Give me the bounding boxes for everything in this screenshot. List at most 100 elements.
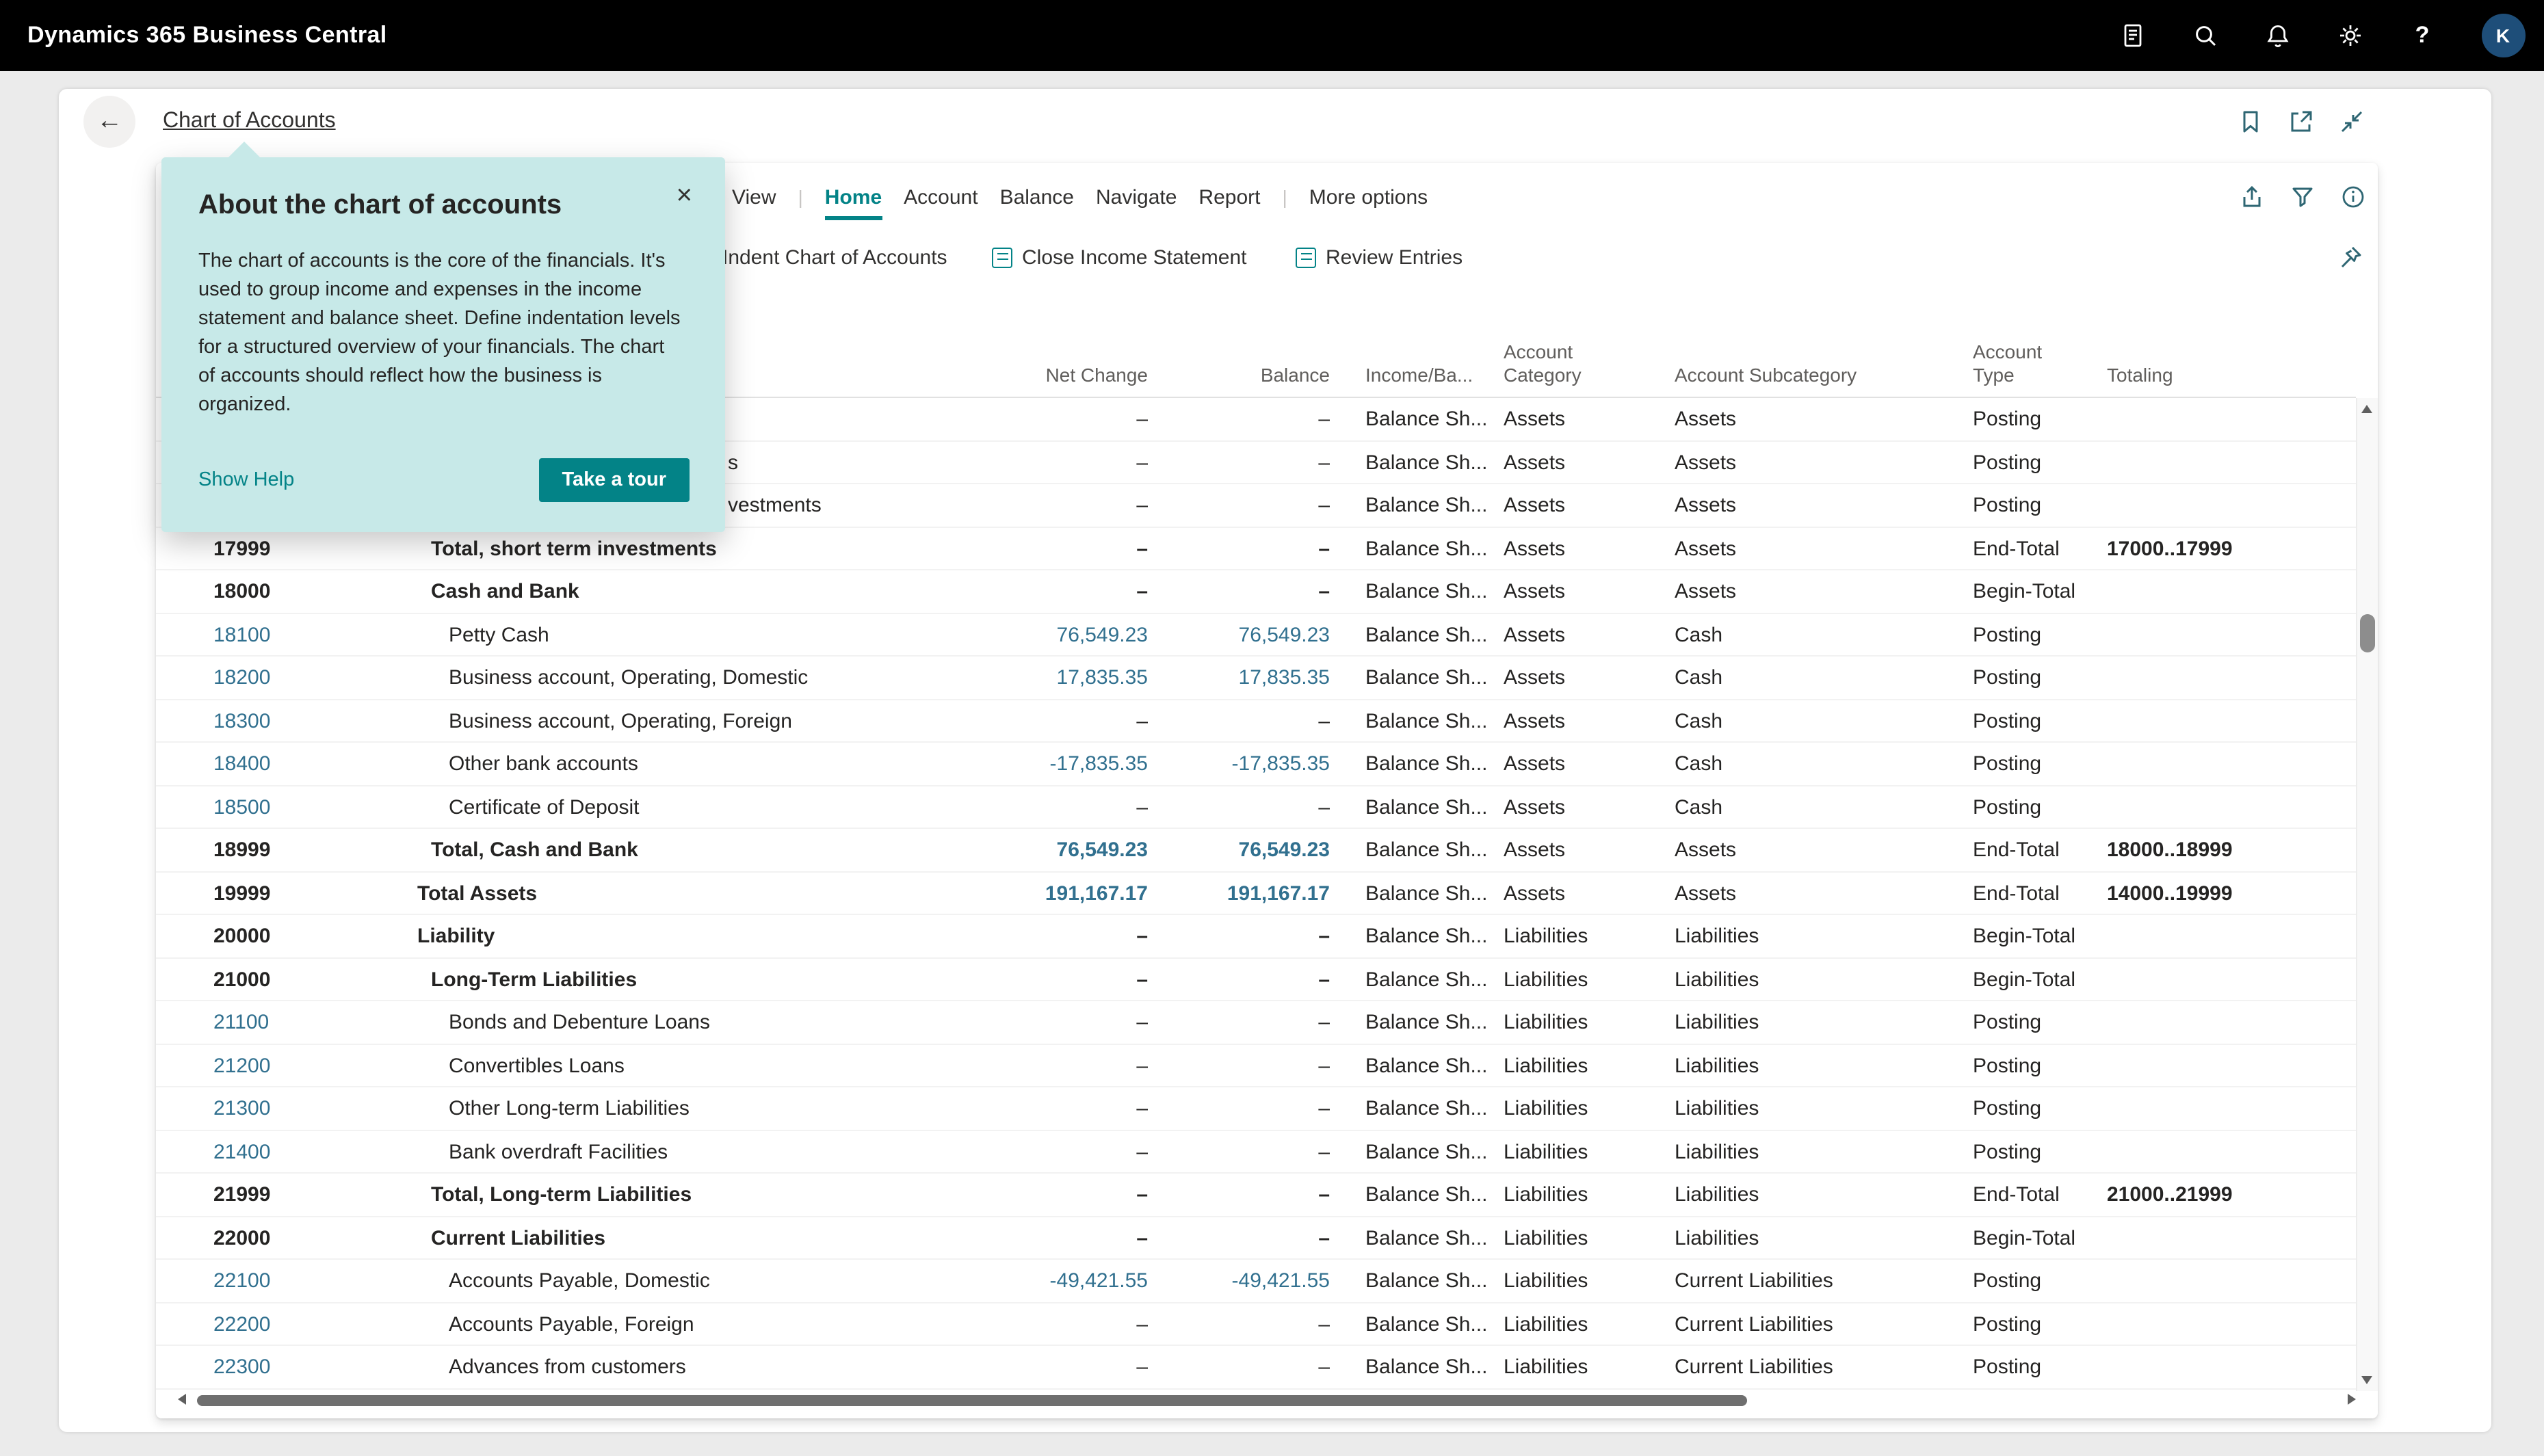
table-row[interactable]: 18000Cash and Bank––Balance Sh...AssetsA… (156, 570, 2356, 613)
account-name: Other Long-term Liabilities (406, 1087, 915, 1130)
account-no[interactable]: 21200 (213, 1044, 398, 1087)
table-row[interactable]: 21300Other Long-term Liabilities––Balanc… (156, 1087, 2356, 1130)
balance-value[interactable]: -17,835.35 (1084, 743, 1330, 785)
settings-gear-icon[interactable] (2336, 22, 2363, 49)
balance-value: – (1084, 1087, 1330, 1130)
balance-value[interactable]: 76,549.23 (1084, 613, 1330, 656)
table-row[interactable]: 22300Advances from customers––Balance Sh… (156, 1346, 2356, 1389)
help-icon[interactable]: ? (2409, 22, 2436, 49)
table-row[interactable]: 18300Business account, Operating, Foreig… (156, 700, 2356, 743)
table-row[interactable]: 21000Long-Term Liabilities––Balance Sh..… (156, 958, 2356, 1001)
menu-item-account[interactable]: Account (904, 185, 978, 209)
balance-value[interactable]: 76,549.23 (1084, 829, 1330, 871)
account-no[interactable]: 18999 (213, 829, 398, 871)
filter-icon[interactable] (2289, 183, 2316, 211)
show-help-link[interactable]: Show Help (198, 469, 294, 491)
column-header-cat[interactable]: Account Category (1504, 341, 1602, 387)
action-review-entries[interactable]: Review Entries (1296, 231, 1463, 283)
account-no[interactable]: 17999 (213, 527, 398, 570)
account-no[interactable]: 22100 (213, 1260, 398, 1302)
info-icon[interactable] (2339, 183, 2367, 211)
back-button[interactable]: ← (83, 96, 135, 148)
account-no[interactable]: 18300 (213, 700, 398, 742)
account-no[interactable]: 18500 (213, 786, 398, 828)
menu-item-balance[interactable]: Balance (1000, 185, 1074, 209)
account-no[interactable]: 20000 (213, 915, 398, 957)
menu-item-report[interactable]: Report (1198, 185, 1260, 209)
open-in-new-window-icon[interactable] (2287, 108, 2315, 135)
table-row[interactable]: 21100Bonds and Debenture Loans––Balance … (156, 1001, 2356, 1044)
table-row[interactable]: 17999Total, short term investments––Bala… (156, 527, 2356, 570)
balance-value[interactable]: 191,167.17 (1084, 872, 1330, 914)
table-row[interactable]: 19999Total Assets191,167.17191,167.17Bal… (156, 872, 2356, 915)
bell-icon[interactable] (2264, 22, 2291, 49)
account-no[interactable]: 21400 (213, 1130, 398, 1173)
table-row[interactable]: 21200Convertibles Loans––Balance Sh...Li… (156, 1044, 2356, 1087)
menu-item-navigate[interactable]: Navigate (1096, 185, 1177, 209)
column-header-sub[interactable]: Account Subcategory (1675, 364, 1948, 387)
account-no[interactable]: 18000 (213, 570, 398, 613)
vertical-scrollbar[interactable] (2356, 398, 2378, 1391)
balance-value[interactable]: -49,421.55 (1084, 1260, 1330, 1302)
table-row[interactable]: 18100Petty Cash76,549.2376,549.23Balance… (156, 613, 2356, 657)
scroll-right-arrow[interactable] (2348, 1394, 2356, 1405)
pin-icon[interactable] (2337, 243, 2364, 271)
horizontal-scrollbar[interactable] (178, 1391, 2356, 1410)
account-type-value: Posting (1973, 743, 2103, 785)
menu-item-view[interactable]: View (732, 185, 776, 209)
account-type-value: Posting (1973, 1346, 2103, 1388)
close-icon[interactable]: × (677, 182, 692, 209)
account-no[interactable]: 21000 (213, 958, 398, 1001)
table-row[interactable]: 21400Bank overdraft Facilities––Balance … (156, 1130, 2356, 1174)
account-no[interactable]: 19999 (213, 872, 398, 914)
account-no[interactable]: 22300 (213, 1346, 398, 1388)
horizontal-scroll-thumb[interactable] (197, 1395, 1747, 1406)
take-a-tour-button[interactable]: Take a tour (538, 458, 690, 502)
column-header-inc[interactable]: Income/Ba... (1365, 364, 1502, 387)
account-name: Advances from customers (406, 1346, 915, 1388)
account-no[interactable]: 22200 (213, 1303, 398, 1345)
scroll-left-arrow[interactable] (178, 1394, 186, 1405)
scroll-up-arrow[interactable] (2361, 405, 2372, 413)
column-header-type[interactable]: Account Type (1973, 341, 2063, 387)
table-row[interactable]: 18999Total, Cash and Bank76,549.2376,549… (156, 829, 2356, 872)
breadcrumb[interactable]: Chart of Accounts (163, 109, 336, 134)
share-icon[interactable] (2238, 183, 2266, 211)
account-no[interactable]: 22000 (213, 1217, 398, 1259)
table-row[interactable]: 22000Current Liabilities––Balance Sh...L… (156, 1217, 2356, 1260)
totaling-value: 14000..19999 (2107, 872, 2339, 914)
account-name: Convertibles Loans (406, 1044, 915, 1087)
bookmark-icon[interactable] (2237, 108, 2264, 135)
table-row[interactable]: 18200Business account, Operating, Domest… (156, 657, 2356, 700)
account-no[interactable]: 21300 (213, 1087, 398, 1130)
vertical-scroll-thumb[interactable] (2360, 614, 2375, 652)
totaling-value (2107, 1217, 2339, 1259)
collapse-icon[interactable] (2338, 108, 2365, 135)
account-subcategory-value: Assets (1675, 484, 1965, 527)
account-no[interactable]: 18100 (213, 613, 398, 656)
table-row[interactable]: 21999Total, Long-term Liabilities––Balan… (156, 1174, 2356, 1217)
table-row[interactable]: 22200Accounts Payable, Foreign––Balance … (156, 1303, 2356, 1346)
account-category-value: Assets (1504, 700, 1665, 742)
user-avatar[interactable]: K (2481, 14, 2525, 57)
account-no[interactable]: 18200 (213, 657, 398, 699)
account-no[interactable]: 18400 (213, 743, 398, 785)
menu-item-more-options[interactable]: More options (1309, 185, 1428, 209)
column-header-tot[interactable]: Totaling (2107, 364, 2326, 387)
action-close-income-statement[interactable]: Close Income Statement (992, 231, 1247, 283)
document-icon[interactable] (2119, 22, 2146, 49)
table-row[interactable]: 18400Other bank accounts-17,835.35-17,83… (156, 743, 2356, 786)
top-bar: Dynamics 365 Business Central ? K (0, 0, 2544, 71)
balance-value[interactable]: 17,835.35 (1084, 657, 1330, 699)
column-header-bal[interactable]: Balance (1097, 364, 1330, 387)
account-no[interactable]: 21100 (213, 1001, 398, 1044)
account-no[interactable]: 21999 (213, 1174, 398, 1216)
table-row[interactable]: 20000Liability––Balance Sh...Liabilities… (156, 915, 2356, 958)
search-icon[interactable] (2191, 22, 2218, 49)
table-row[interactable]: 18500Certificate of Deposit––Balance Sh.… (156, 786, 2356, 829)
scroll-down-arrow[interactable] (2361, 1376, 2372, 1384)
action-indent-chart-of-accounts[interactable]: Indent Chart of Accounts (692, 231, 947, 283)
menu-item-home[interactable]: Home (825, 185, 882, 209)
account-name: Accounts Payable, Domestic (406, 1260, 915, 1302)
table-row[interactable]: 22100Accounts Payable, Domestic -49,421.5… (156, 1260, 2356, 1303)
